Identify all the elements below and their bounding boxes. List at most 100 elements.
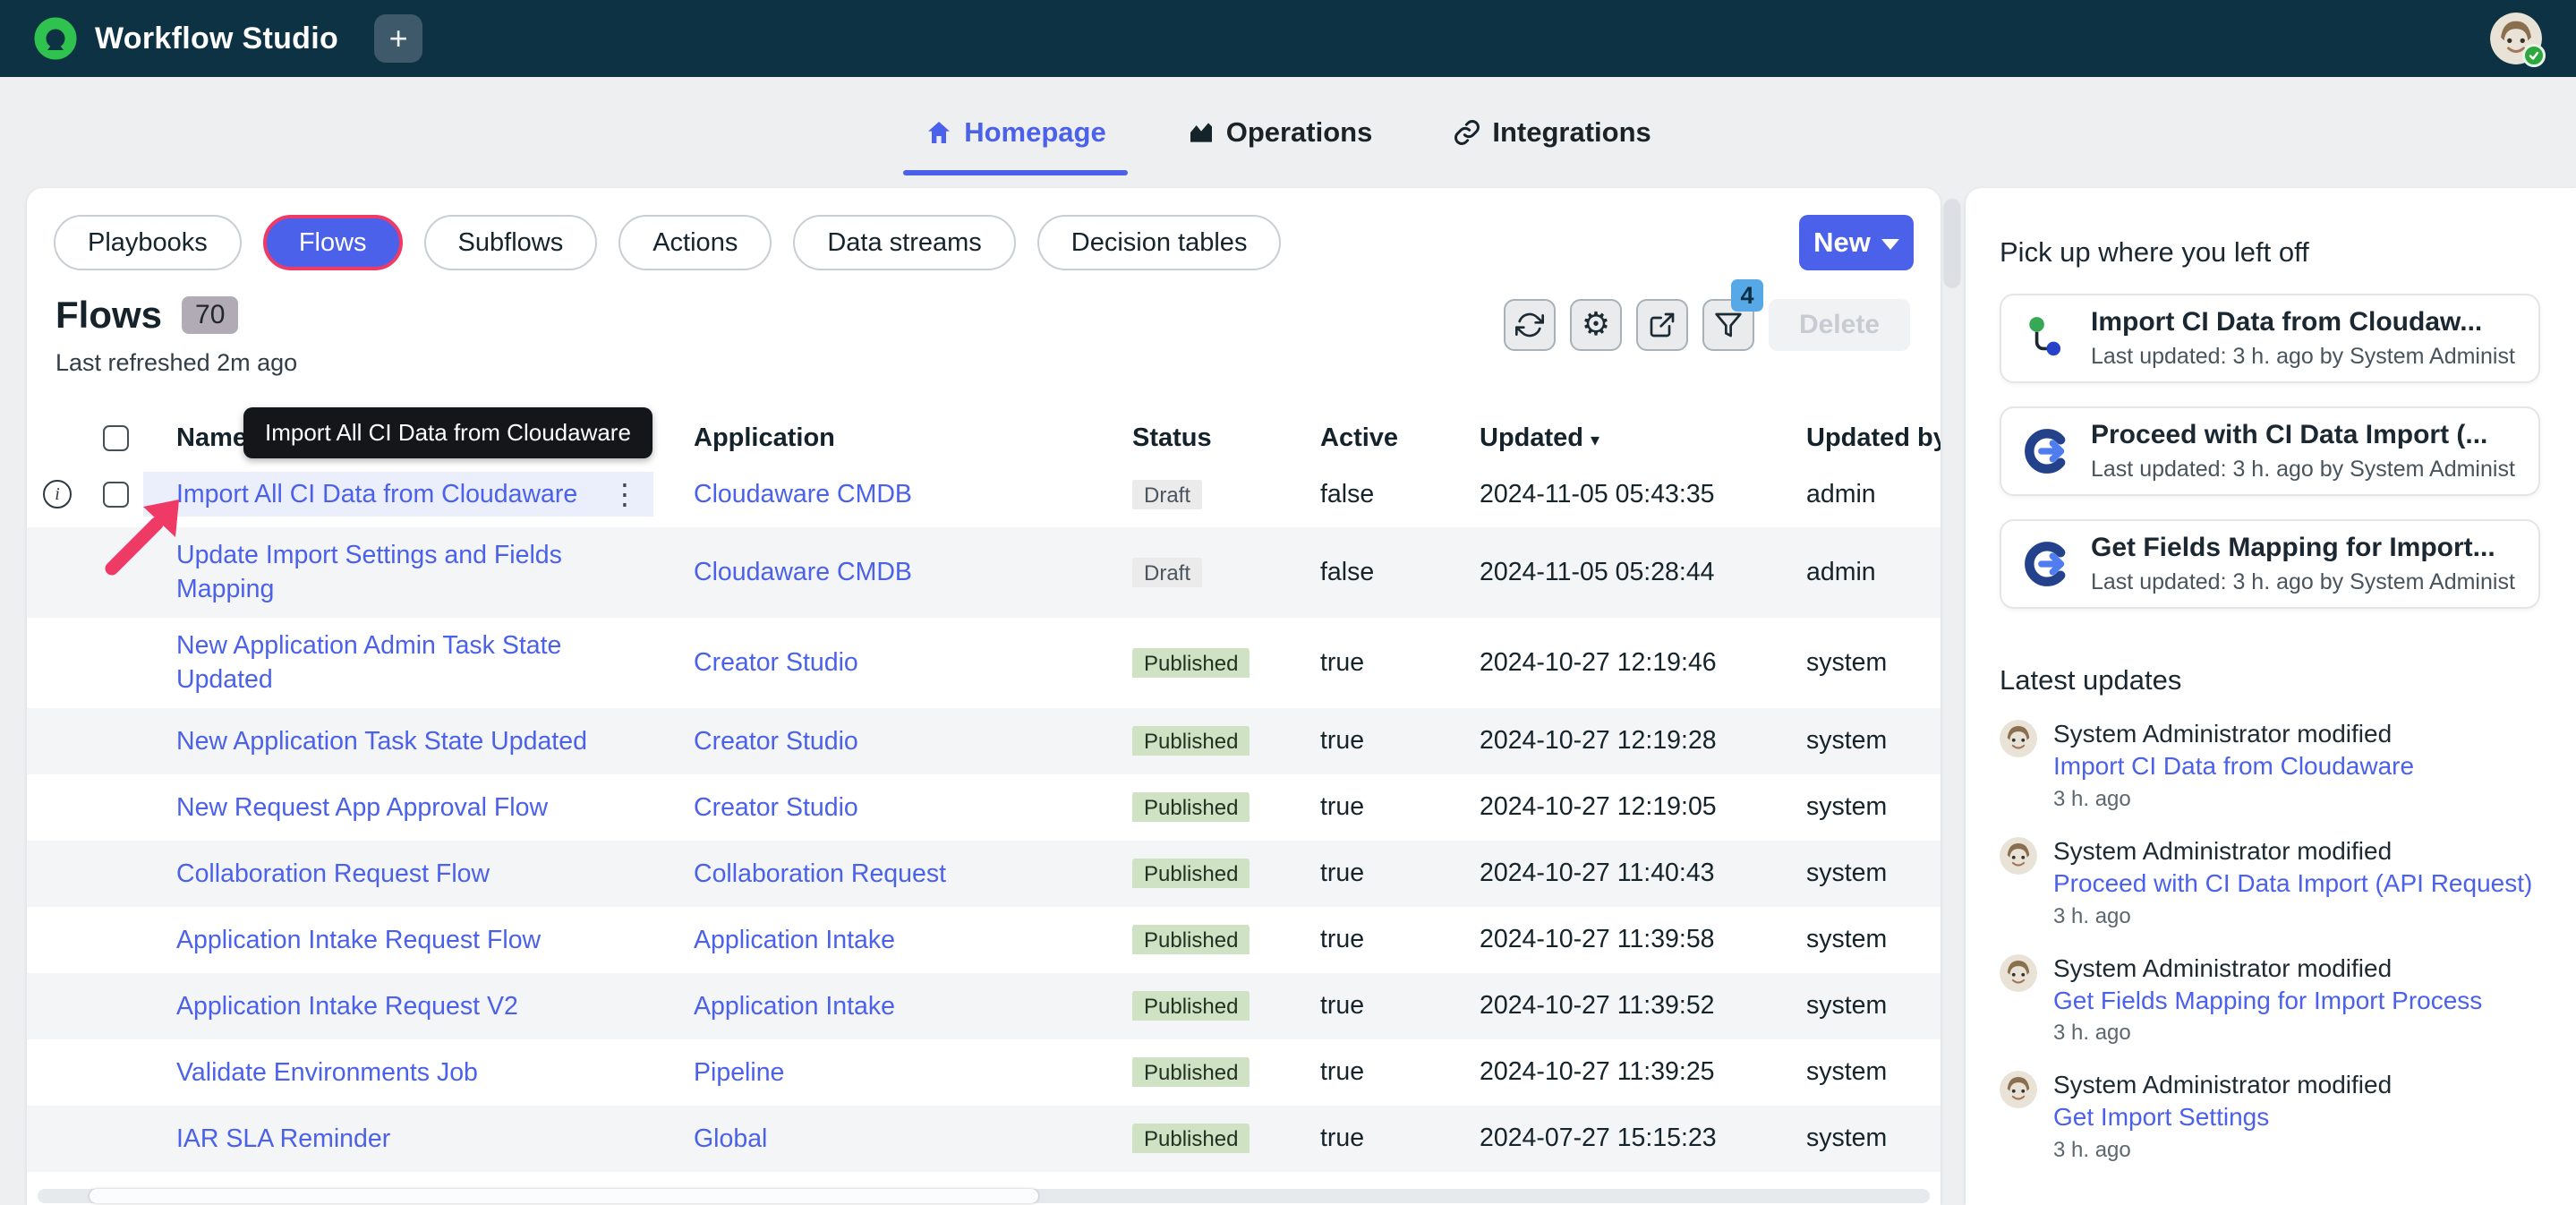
- table-row[interactable]: i New Request App Approval Flow⋮ Creator…: [27, 774, 1941, 841]
- active-value: true: [1280, 991, 1439, 1021]
- flow-name-link[interactable]: New Request App Approval Flow: [176, 793, 548, 822]
- update-item: System Administrator modified Import CI …: [2000, 720, 2540, 812]
- update-target-link[interactable]: Get Fields Mapping for Import Process: [2053, 985, 2482, 1017]
- table-toolbar: ⚙ 4 Delete: [1504, 294, 1910, 351]
- active-value: true: [1280, 1057, 1439, 1087]
- flow-name-link[interactable]: New Application Admin Task State Updated: [176, 631, 561, 694]
- select-all-checkbox[interactable]: [103, 425, 129, 451]
- kebab-menu-icon[interactable]: ⋮: [610, 477, 639, 511]
- updated-value: 2024-10-27 11:39:25: [1439, 1057, 1766, 1087]
- tab-integrations[interactable]: Integrations: [1447, 77, 1656, 188]
- status-badge: Published: [1132, 1124, 1250, 1153]
- pickup-card[interactable]: Proceed with CI Data Import (... Last up…: [2000, 406, 2540, 496]
- updated-by-value: admin: [1766, 558, 1941, 587]
- filter-pill-actions[interactable]: Actions: [618, 215, 772, 270]
- flow-name-link[interactable]: Import All CI Data from Cloudaware: [176, 477, 577, 511]
- update-target-link[interactable]: Proceed with CI Data Import (API Request…: [2053, 867, 2532, 900]
- flow-name-link[interactable]: New Application Task State Updated: [176, 727, 587, 756]
- application-link[interactable]: Global: [694, 1124, 767, 1153]
- table-row[interactable]: i IAR SLA Reminder⋮ Global Published tru…: [27, 1106, 1941, 1172]
- table-row[interactable]: i Import All CI Data from Cloudaware ⋮ Cl…: [27, 461, 1941, 527]
- update-actor-text: System Administrator modified: [2053, 954, 2482, 983]
- filter-pill-subflows[interactable]: Subflows: [424, 215, 598, 270]
- table-row[interactable]: i Update Import Settings and Fields Mapp…: [27, 527, 1941, 618]
- filter-pill-data-streams[interactable]: Data streams: [793, 215, 1015, 270]
- filter-pill-decision-tables[interactable]: Decision tables: [1037, 215, 1282, 270]
- settings-button[interactable]: ⚙: [1570, 299, 1622, 351]
- export-button[interactable]: [1636, 299, 1688, 351]
- column-header-updated-by[interactable]: Updated by: [1766, 423, 1941, 453]
- updated-value: 2024-10-27 12:19:46: [1439, 648, 1766, 678]
- updated-by-value: system: [1766, 1124, 1941, 1153]
- flow-name-link[interactable]: Application Intake Request Flow: [176, 926, 541, 954]
- pickup-cards: Import CI Data from Cloudaw... Last upda…: [2000, 294, 2540, 609]
- filter-button[interactable]: 4: [1702, 299, 1754, 351]
- updated-by-value: system: [1766, 792, 1941, 822]
- pickup-card[interactable]: Import CI Data from Cloudaw... Last upda…: [2000, 294, 2540, 383]
- flow-name-link[interactable]: Application Intake Request V2: [176, 992, 518, 1021]
- updated-value: 2024-10-27 11:40:43: [1439, 859, 1766, 888]
- table-row[interactable]: i New Application Task State Updated⋮ Cr…: [27, 708, 1941, 774]
- update-target-link[interactable]: Get Import Settings: [2053, 1101, 2392, 1133]
- update-time: 3 h. ago: [2053, 1138, 2392, 1163]
- horizontal-scrollbar-thumb[interactable]: [90, 1189, 1038, 1203]
- table-row[interactable]: i Application Intake Request V2⋮ Applica…: [27, 973, 1941, 1039]
- update-avatar: [2000, 1071, 2037, 1108]
- application-link[interactable]: Application Intake: [694, 992, 895, 1021]
- table-row[interactable]: i Validate Environments Job⋮ Pipeline Pu…: [27, 1039, 1941, 1106]
- proceed-arrow-icon: [2023, 540, 2071, 588]
- tab-operations[interactable]: Operations: [1181, 77, 1378, 188]
- main-navigation: Homepage Operations Integrations: [0, 77, 2576, 188]
- filter-count-badge: 4: [1731, 279, 1763, 312]
- application-link[interactable]: Creator Studio: [694, 727, 858, 756]
- filter-pills: Playbooks Flows Subflows Actions Data stream…: [54, 215, 1281, 270]
- updated-value: 2024-11-05 05:28:44: [1439, 558, 1766, 587]
- tab-homepage[interactable]: Homepage: [919, 77, 1111, 188]
- filter-pill-flows[interactable]: Flows: [263, 215, 403, 270]
- column-header-updated[interactable]: Updated▾: [1439, 423, 1766, 453]
- pickup-card[interactable]: Get Fields Mapping for Import... Last up…: [2000, 519, 2540, 609]
- new-button[interactable]: New: [1799, 215, 1914, 270]
- column-header-application[interactable]: Application: [653, 423, 1092, 453]
- application-link[interactable]: Cloudaware CMDB: [694, 480, 912, 508]
- flow-name-link[interactable]: IAR SLA Reminder: [176, 1124, 390, 1153]
- new-tab-button[interactable]: +: [374, 14, 422, 63]
- flow-name-link[interactable]: Validate Environments Job: [176, 1058, 478, 1087]
- updated-value: 2024-10-27 11:39:58: [1439, 925, 1766, 954]
- application-link[interactable]: Application Intake: [694, 926, 895, 954]
- table-row[interactable]: i Application Intake Request Flow⋮ Appli…: [27, 907, 1941, 973]
- chart-icon: [1187, 118, 1215, 147]
- refresh-button[interactable]: [1504, 299, 1556, 351]
- active-value: true: [1280, 648, 1439, 678]
- application-link[interactable]: Creator Studio: [694, 648, 858, 677]
- application-link[interactable]: Creator Studio: [694, 793, 858, 822]
- column-header-active[interactable]: Active: [1280, 423, 1439, 453]
- vertical-scrollbar-thumb[interactable]: [1944, 199, 1960, 286]
- updated-value: 2024-10-27 12:19:05: [1439, 792, 1766, 822]
- update-target-link[interactable]: Import CI Data from Cloudaware: [2053, 750, 2414, 782]
- application-link[interactable]: Collaboration Request: [694, 859, 946, 888]
- application-link[interactable]: Cloudaware CMDB: [694, 558, 912, 586]
- status-badge: Draft: [1132, 558, 1202, 587]
- info-icon[interactable]: i: [43, 480, 72, 508]
- updated-value: 2024-07-27 15:15:23: [1439, 1124, 1766, 1153]
- flow-name-link[interactable]: Update Import Settings and Fields Mappin…: [176, 541, 562, 603]
- user-avatar[interactable]: [2490, 13, 2542, 64]
- last-refreshed-text: Last refreshed 2m ago: [55, 349, 297, 377]
- updated-by-value: system: [1766, 726, 1941, 756]
- row-checkbox[interactable]: [103, 482, 129, 508]
- filter-pill-playbooks[interactable]: Playbooks: [54, 215, 242, 270]
- active-value: false: [1280, 480, 1439, 509]
- link-icon: [1453, 118, 1481, 147]
- horizontal-scrollbar[interactable]: [38, 1189, 1930, 1203]
- app-logo-icon: [34, 17, 77, 60]
- table-row[interactable]: i Collaboration Request Flow⋮ Collaborat…: [27, 841, 1941, 907]
- application-link[interactable]: Pipeline: [694, 1058, 784, 1087]
- column-header-status[interactable]: Status: [1092, 423, 1280, 453]
- update-avatar: [2000, 954, 2037, 992]
- active-value: true: [1280, 859, 1439, 888]
- delete-button[interactable]: Delete: [1769, 299, 1910, 351]
- table-row[interactable]: i New Application Admin Task State Updat…: [27, 618, 1941, 708]
- flow-name-link[interactable]: Collaboration Request Flow: [176, 859, 490, 888]
- update-avatar: [2000, 837, 2037, 875]
